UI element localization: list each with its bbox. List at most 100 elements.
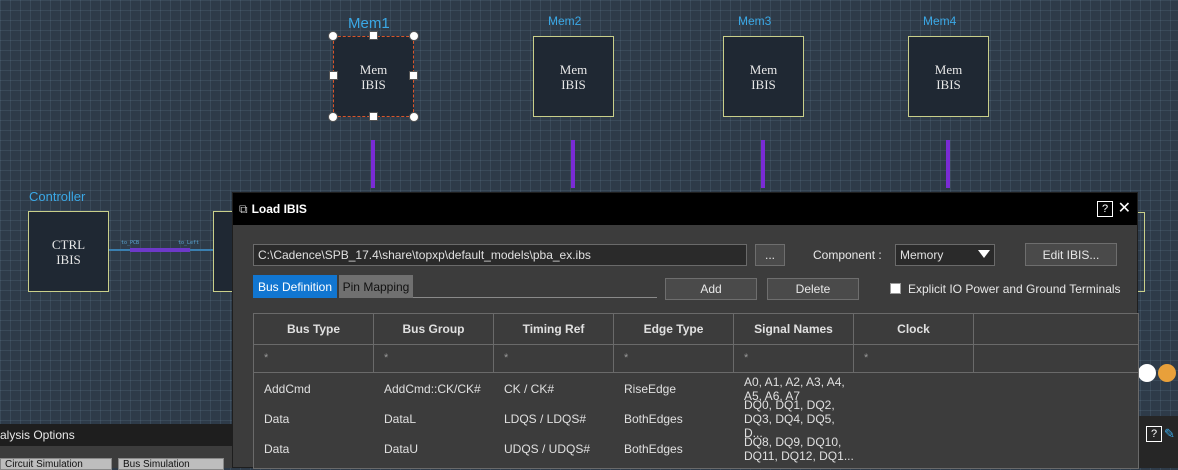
table-row[interactable]: AddCmd AddCmd::CK/CK# CK / CK# RiseEdge … <box>254 374 1138 404</box>
signal-line: A0, A1, A2, A3, A4, <box>744 375 845 389</box>
component-value: Memory <box>900 248 944 262</box>
resize-handle[interactable] <box>369 112 378 121</box>
block-line2: IBIS <box>361 76 386 92</box>
resize-handle[interactable] <box>328 31 338 41</box>
cell-bus-group: DataU <box>384 442 419 456</box>
table-row[interactable]: Data DataU UDQS / UDQS# BothEdges DQ8, D… <box>254 434 1138 464</box>
cell-clock <box>854 404 974 434</box>
cell-edge-type: RiseEdge <box>624 382 677 396</box>
pin-icon[interactable]: ✎ <box>1164 426 1175 442</box>
cell-clock <box>854 374 974 404</box>
mem1-label: Mem1 <box>348 15 390 32</box>
column-header[interactable]: Signal Names <box>734 314 854 344</box>
help-icon[interactable]: ? <box>1146 426 1162 442</box>
bus-definition-table: Bus Type Bus Group Timing Ref Edge Type … <box>253 313 1139 469</box>
mem3-block[interactable]: Mem IBIS <box>723 36 804 117</box>
net-wire-v[interactable] <box>946 140 950 188</box>
wire-label-to-pcb: to_PCB <box>121 240 140 246</box>
cell-timing-ref: LDQS / LDQS# <box>504 412 587 426</box>
ibis-icon: ⧉ <box>239 201 248 216</box>
filter-cell[interactable]: * <box>494 344 614 372</box>
zoom-icon[interactable] <box>1138 364 1156 382</box>
net-wire-v[interactable] <box>761 140 765 188</box>
mem2-label: Mem2 <box>548 14 582 28</box>
tab-underline <box>413 297 657 298</box>
filter-cell[interactable]: * <box>734 344 854 372</box>
chevron-down-icon <box>978 250 990 258</box>
zoom-fit-icon[interactable] <box>1158 364 1176 382</box>
column-header[interactable]: Edge Type <box>614 314 734 344</box>
close-icon[interactable]: ✕ <box>1118 198 1131 218</box>
filter-cell[interactable]: * <box>374 344 494 372</box>
block-line1: Mem <box>559 61 588 77</box>
cell-bus-type: Data <box>264 412 290 426</box>
block-line1: Mem <box>934 61 963 77</box>
help-button[interactable]: ? <box>1097 201 1113 217</box>
file-path-field[interactable]: C:\Cadence\SPB_17.4\share\topxp\default_… <box>253 244 747 266</box>
resize-handle[interactable] <box>329 71 338 80</box>
signal-line: DQ8, DQ9, DQ10, <box>744 435 842 449</box>
block-line2: IBIS <box>936 76 961 92</box>
block-line1: Mem <box>749 61 778 77</box>
tab-bus-simulation[interactable]: Bus Simulation <box>118 458 224 470</box>
column-header[interactable]: Timing Ref <box>494 314 614 344</box>
column-header <box>974 314 1138 344</box>
resize-handle[interactable] <box>409 112 419 122</box>
resize-handle[interactable] <box>409 71 418 80</box>
zoom-toolbar <box>1138 362 1178 390</box>
mem1-block[interactable]: Mem IBIS <box>333 36 414 117</box>
explicit-io-label: Explicit IO Power and Ground Terminals <box>908 282 1121 296</box>
cell-bus-type: AddCmd <box>264 382 311 396</box>
cell-edge-type: BothEdges <box>624 412 683 426</box>
controller-block[interactable]: CTRL IBIS <box>28 211 109 292</box>
cell-bus-group: AddCmd::CK/CK# <box>384 382 481 396</box>
cell-signal-names: DQ0, DQ1, DQ2, DQ3, DQ4, DQ5, D... <box>734 398 854 440</box>
signal-line: DQ11, DQ12, DQ1... <box>744 449 854 463</box>
block-edge <box>1138 212 1145 292</box>
table-filter-row: * * * * * * <box>254 344 1138 373</box>
panel-title: alysis Options <box>0 428 75 442</box>
block-line1: Mem <box>359 61 388 77</box>
cell-edge-type: BothEdges <box>624 442 683 456</box>
add-button[interactable]: Add <box>665 278 757 300</box>
net-wire-v[interactable] <box>571 140 575 188</box>
browse-button[interactable]: ... <box>755 244 785 266</box>
column-header[interactable]: Bus Group <box>374 314 494 344</box>
filter-cell[interactable]: * <box>854 344 974 372</box>
resize-handle[interactable] <box>369 31 378 40</box>
table-row[interactable]: Data DataL LDQS / LDQS# BothEdges DQ0, D… <box>254 398 1138 440</box>
mem2-block[interactable]: Mem IBIS <box>533 36 614 117</box>
resize-handle[interactable] <box>328 112 338 122</box>
mem3-label: Mem3 <box>738 14 772 28</box>
mem4-label: Mem4 <box>923 14 957 28</box>
resize-handle[interactable] <box>409 31 419 41</box>
tab-circuit-simulation[interactable]: Circuit Simulation <box>0 458 112 470</box>
tab-pin-mapping[interactable]: Pin Mapping <box>339 275 413 298</box>
column-header[interactable]: Clock <box>854 314 974 344</box>
filter-cell[interactable]: * <box>254 344 374 372</box>
cell-timing-ref: UDQS / UDQS# <box>504 442 591 456</box>
mem4-block[interactable]: Mem IBIS <box>908 36 989 117</box>
dialog-titlebar[interactable]: ⧉ Load IBIS ? ✕ <box>233 193 1137 225</box>
net-wire-v[interactable] <box>371 140 375 188</box>
edit-ibis-button[interactable]: Edit IBIS... <box>1025 243 1117 266</box>
block-line1: CTRL <box>51 236 86 252</box>
cell-timing-ref: CK / CK# <box>504 382 555 396</box>
tab-bus-definition[interactable]: Bus Definition <box>253 275 337 298</box>
signal-line: DQ0, DQ1, DQ2, <box>744 398 835 412</box>
filter-cell[interactable]: * <box>614 344 734 372</box>
table-header-row: Bus Type Bus Group Timing Ref Edge Type … <box>254 314 1138 345</box>
net-wire-h[interactable] <box>130 248 190 252</box>
explicit-io-checkbox[interactable] <box>890 283 901 294</box>
column-header[interactable]: Bus Type <box>254 314 374 344</box>
cell-bus-type: Data <box>264 442 290 456</box>
dialog-title: Load IBIS <box>251 202 307 216</box>
component-select[interactable]: Memory <box>895 244 995 266</box>
cell-bus-group: DataL <box>384 412 417 426</box>
cell-signal-names: DQ8, DQ9, DQ10, DQ11, DQ12, DQ1... <box>734 434 854 464</box>
delete-button[interactable]: Delete <box>767 278 859 300</box>
controller-label: Controller <box>29 189 86 204</box>
load-ibis-dialog: ⧉ Load IBIS ? ✕ C:\Cadence\SPB_17.4\shar… <box>232 192 1139 469</box>
block-line2: IBIS <box>751 76 776 92</box>
cell-clock <box>854 434 974 464</box>
